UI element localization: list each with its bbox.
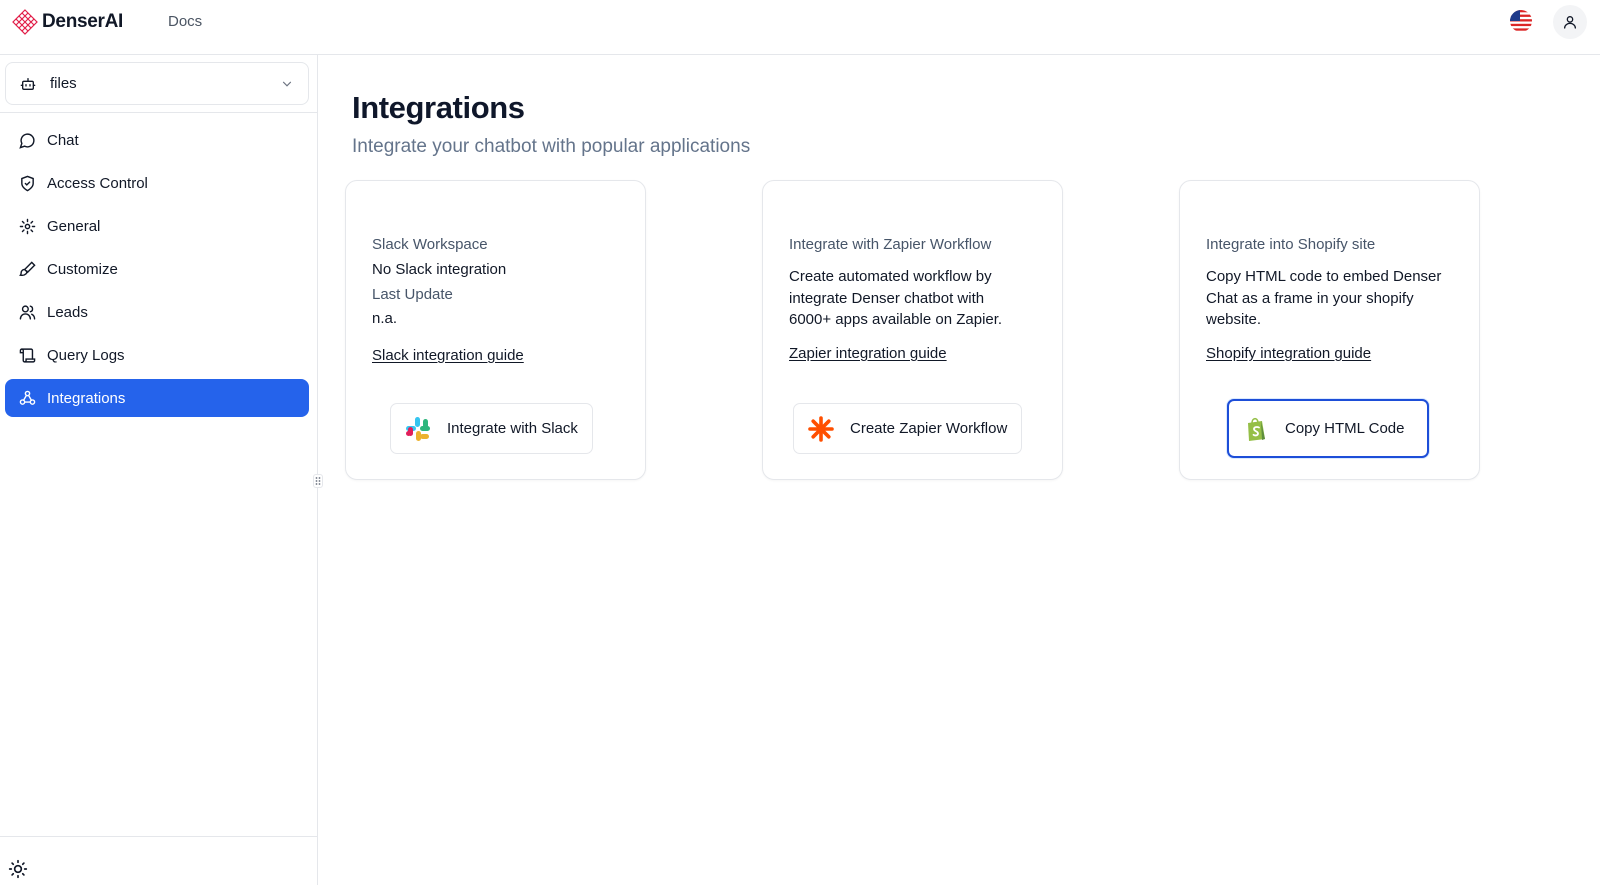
bot-icon — [20, 77, 36, 90]
last-update-label: Last Update — [372, 286, 453, 303]
shopify-guide-link[interactable]: Shopify integration guide — [1206, 345, 1371, 362]
gear-icon — [18, 217, 36, 235]
sidebar: files Chat Access Control General Custom… — [0, 55, 318, 885]
chevron-down-icon — [282, 81, 292, 87]
chat-bubble-icon — [18, 131, 36, 149]
users-icon — [18, 303, 36, 321]
page-title: Integrations — [352, 90, 525, 125]
docs-link[interactable]: Docs — [168, 13, 202, 30]
sidebar-item-leads[interactable]: Leads — [5, 293, 309, 331]
zapier-description: Create automated workflow by integrate D… — [789, 268, 1003, 328]
shopify-description: Copy HTML code to embed Denser Chat as a… — [1206, 268, 1442, 328]
sidebar-item-chat[interactable]: Chat — [5, 121, 309, 159]
sidebar-item-general[interactable]: General — [5, 207, 309, 245]
page-subtitle: Integrate your chatbot with popular appl… — [352, 136, 751, 157]
shopify-integration-card: Integrate into Shopify site Copy HTML co… — [1179, 180, 1480, 480]
sidebar-item-query-logs[interactable]: Query Logs — [5, 336, 309, 374]
slack-icon — [405, 416, 431, 442]
last-update-value: n.a. — [372, 310, 398, 327]
shopify-heading: Integrate into Shopify site — [1206, 236, 1376, 253]
sidebar-nav: Chat Access Control General Customize Le… — [5, 121, 309, 422]
sidebar-item-label: Customize — [47, 260, 118, 278]
bot-selector[interactable]: files — [5, 62, 309, 105]
sidebar-divider — [0, 112, 318, 113]
bot-selector-value: files — [50, 75, 77, 92]
integrate-slack-button[interactable]: Integrate with Slack — [390, 403, 593, 454]
sidebar-item-label: Integrations — [47, 389, 126, 407]
zapier-heading: Integrate with Zapier Workflow — [789, 236, 992, 253]
sidebar-item-label: Chat — [47, 131, 79, 149]
sidebar-item-customize[interactable]: Customize — [5, 250, 309, 288]
slack-workspace-value: No Slack integration — [372, 261, 507, 278]
sun-icon — [8, 859, 28, 879]
brand-logo[interactable]: DenserAI — [12, 9, 123, 35]
integrations-icon — [18, 389, 36, 407]
zapier-icon — [808, 415, 834, 442]
shopify-icon — [1243, 416, 1269, 442]
sidebar-item-integrations[interactable]: Integrations — [5, 379, 309, 417]
sidebar-item-label: Access Control — [47, 174, 148, 192]
sidebar-item-label: General — [47, 217, 101, 235]
slack-workspace-label: Slack Workspace — [372, 236, 488, 253]
integrate-slack-label: Integrate with Slack — [447, 420, 578, 437]
denser-logo-icon — [12, 9, 38, 35]
slack-integration-card: Slack Workspace No Slack integration Las… — [345, 180, 646, 480]
sidebar-item-label: Leads — [47, 303, 88, 321]
top-header: DenserAI Docs — [0, 0, 1600, 55]
shield-icon — [18, 174, 36, 192]
create-zapier-workflow-button[interactable]: Create Zapier Workflow — [793, 403, 1023, 454]
sidebar-resize-handle[interactable] — [313, 474, 323, 488]
us-flag-icon[interactable] — [1510, 10, 1532, 32]
zapier-guide-link[interactable]: Zapier integration guide — [789, 345, 947, 362]
copy-html-label: Copy HTML Code — [1285, 420, 1405, 437]
sidebar-item-label: Query Logs — [47, 346, 125, 364]
zapier-integration-card: Integrate with Zapier Workflow Create au… — [762, 180, 1063, 480]
grip-vertical-icon — [315, 477, 321, 485]
copy-html-code-button[interactable]: Copy HTML Code — [1227, 399, 1429, 458]
scroll-icon — [18, 346, 36, 364]
create-zapier-label: Create Zapier Workflow — [850, 420, 1008, 437]
brush-icon — [18, 260, 36, 278]
user-icon — [1564, 16, 1576, 29]
brand-name: DenserAI — [42, 11, 124, 32]
sidebar-item-access-control[interactable]: Access Control — [5, 164, 309, 202]
sidebar-footer-divider — [0, 836, 318, 837]
user-menu-button[interactable] — [1553, 5, 1587, 39]
theme-toggle-button[interactable] — [8, 859, 28, 879]
slack-guide-link[interactable]: Slack integration guide — [372, 347, 524, 364]
